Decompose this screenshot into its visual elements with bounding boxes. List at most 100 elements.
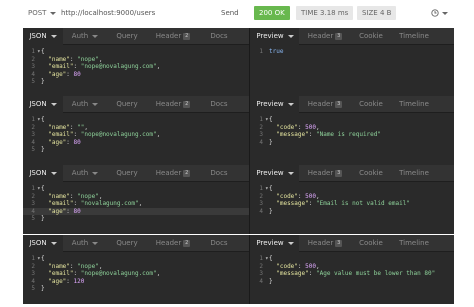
code-token: { <box>41 116 45 123</box>
line-number: 5 <box>31 78 35 85</box>
tab-query[interactable]: Query <box>107 235 147 252</box>
line-number: 1 <box>259 255 263 262</box>
code-token: } <box>269 207 273 215</box>
code-token: true <box>269 48 284 55</box>
code-token: , <box>316 123 320 131</box>
tab-preview[interactable]: Preview <box>251 164 299 182</box>
code-token: "name" <box>48 123 70 131</box>
tab-timeline[interactable]: Timeline <box>391 96 437 113</box>
request-body-editor[interactable]: 1 ▾{2 "name": "nope", 3 "email": "nope@nov… <box>23 48 249 86</box>
code-token: "novalagung.com" <box>80 200 139 207</box>
tab-auth[interactable]: Auth <box>63 96 107 113</box>
code-token: : <box>73 200 81 207</box>
line-number: 4 <box>31 277 35 285</box>
tab-timeline[interactable]: Timeline <box>391 165 437 182</box>
tab-preview-label: Preview <box>256 100 284 108</box>
tab-header[interactable]: Header 2 <box>147 96 199 113</box>
status-badge: 200 OK <box>254 6 290 20</box>
code-token: "nope@novalagung.com" <box>80 131 157 138</box>
tab-response-header-label: Header <box>307 100 334 108</box>
response-header-count-badge: 3 <box>335 239 343 247</box>
line-number: 2 <box>31 123 35 131</box>
code-line: 1 ▾{ <box>23 48 249 56</box>
line-number: 1 <box>31 48 35 55</box>
tab-response-header[interactable]: Header 3 <box>299 28 351 45</box>
code-token: "message" <box>276 200 309 207</box>
code-token: : <box>73 131 81 138</box>
code-line: 1 ▾{ <box>251 116 454 124</box>
request-body-editor[interactable]: 1 ▾{2 "name": "nope", 3 "email": "novalagu… <box>23 185 249 223</box>
code-token: "age" <box>48 138 67 146</box>
response-body-viewer: 1 ▾{2 "code": 500, 3 "message": "Name is r… <box>251 116 454 146</box>
tab-cookie[interactable]: Cookie <box>351 235 391 252</box>
tab-auth[interactable]: Auth <box>63 28 107 45</box>
tab-auth[interactable]: Auth <box>63 235 107 252</box>
tab-query[interactable]: Query <box>107 28 147 45</box>
request-body-editor[interactable]: 1 ▾{2 "name": "", 3 "email": "nope@novalag… <box>23 116 249 154</box>
tab-auth-label: Auth <box>71 100 89 108</box>
line-number: 1 <box>259 116 263 123</box>
code-token: 120 <box>73 277 85 285</box>
tab-header[interactable]: Header 2 <box>147 235 199 252</box>
tab-query-label: Query <box>116 32 138 40</box>
tab-cookie[interactable]: Cookie <box>351 165 391 182</box>
chevron-down-icon <box>92 102 99 106</box>
code-token: { <box>41 185 45 192</box>
request-response-panel: JSON Auth Query Header 2 Docs 1 ▾{2 "name… <box>23 27 454 97</box>
tab-json[interactable]: JSON <box>23 234 63 252</box>
code-line: 3 "email": "novalagung.com", <box>23 200 249 208</box>
code-token: { <box>269 116 273 123</box>
tab-header[interactable]: Header 2 <box>147 165 199 182</box>
code-token: 80 <box>73 70 81 78</box>
code-token: "Age value must be lower than 80" <box>315 270 436 277</box>
tab-query[interactable]: Query <box>107 165 147 182</box>
tab-preview[interactable]: Preview <box>251 234 299 252</box>
code-token: "nope@novalagung.com" <box>80 270 157 277</box>
tab-response-header[interactable]: Header 3 <box>299 165 351 182</box>
tab-docs-label: Docs <box>210 169 228 177</box>
tab-cookie[interactable]: Cookie <box>351 28 391 45</box>
tab-query-label: Query <box>116 239 138 247</box>
tab-query[interactable]: Query <box>107 96 147 113</box>
code-line: 2 "code": 500, <box>251 263 454 271</box>
tab-docs[interactable]: Docs <box>199 235 239 252</box>
tab-header-label: Header <box>155 100 182 108</box>
header-count-badge: 2 <box>183 169 191 177</box>
code-token: "nope" <box>77 192 99 200</box>
code-token: : <box>66 138 74 146</box>
response-pane: Preview Header 3 Cookie Timeline 1 ▾{2 "c… <box>251 164 454 234</box>
tab-json-label: JSON <box>29 239 47 247</box>
tab-timeline-label: Timeline <box>399 169 429 177</box>
code-line: 5} <box>23 78 249 86</box>
tab-header[interactable]: Header 2 <box>147 28 199 45</box>
tab-timeline[interactable]: Timeline <box>391 235 437 252</box>
tab-response-header[interactable]: Header 3 <box>299 96 351 113</box>
tab-docs[interactable]: Docs <box>199 96 239 113</box>
tab-cookie[interactable]: Cookie <box>351 96 391 113</box>
line-number: 3 <box>31 63 35 70</box>
request-tabs: JSON Auth Query Header 2 Docs <box>23 95 249 113</box>
tab-timeline[interactable]: Timeline <box>391 28 437 45</box>
tab-header-label: Header <box>155 169 182 177</box>
tab-json[interactable]: JSON <box>23 164 63 182</box>
code-token: 80 <box>73 207 81 215</box>
tab-docs[interactable]: Docs <box>199 165 239 182</box>
history-button[interactable] <box>431 9 448 17</box>
tab-docs[interactable]: Docs <box>199 28 239 45</box>
tab-preview[interactable]: Preview <box>251 27 299 45</box>
method-selector[interactable]: POST <box>28 9 57 17</box>
request-body-editor[interactable]: 1 ▾{2 "name": "nope", 3 "email": "nope@nov… <box>23 255 249 293</box>
tab-response-header[interactable]: Header 3 <box>299 235 351 252</box>
url-input[interactable]: http://localhost:9000/users <box>61 9 155 17</box>
tab-json[interactable]: JSON <box>23 27 63 45</box>
tab-json[interactable]: JSON <box>23 95 63 113</box>
send-button[interactable]: Send <box>221 9 239 17</box>
tab-preview[interactable]: Preview <box>251 95 299 113</box>
tab-auth[interactable]: Auth <box>63 165 107 182</box>
tab-query-label: Query <box>116 100 138 108</box>
response-tabs: Preview Header 3 Cookie Timeline <box>251 164 454 182</box>
